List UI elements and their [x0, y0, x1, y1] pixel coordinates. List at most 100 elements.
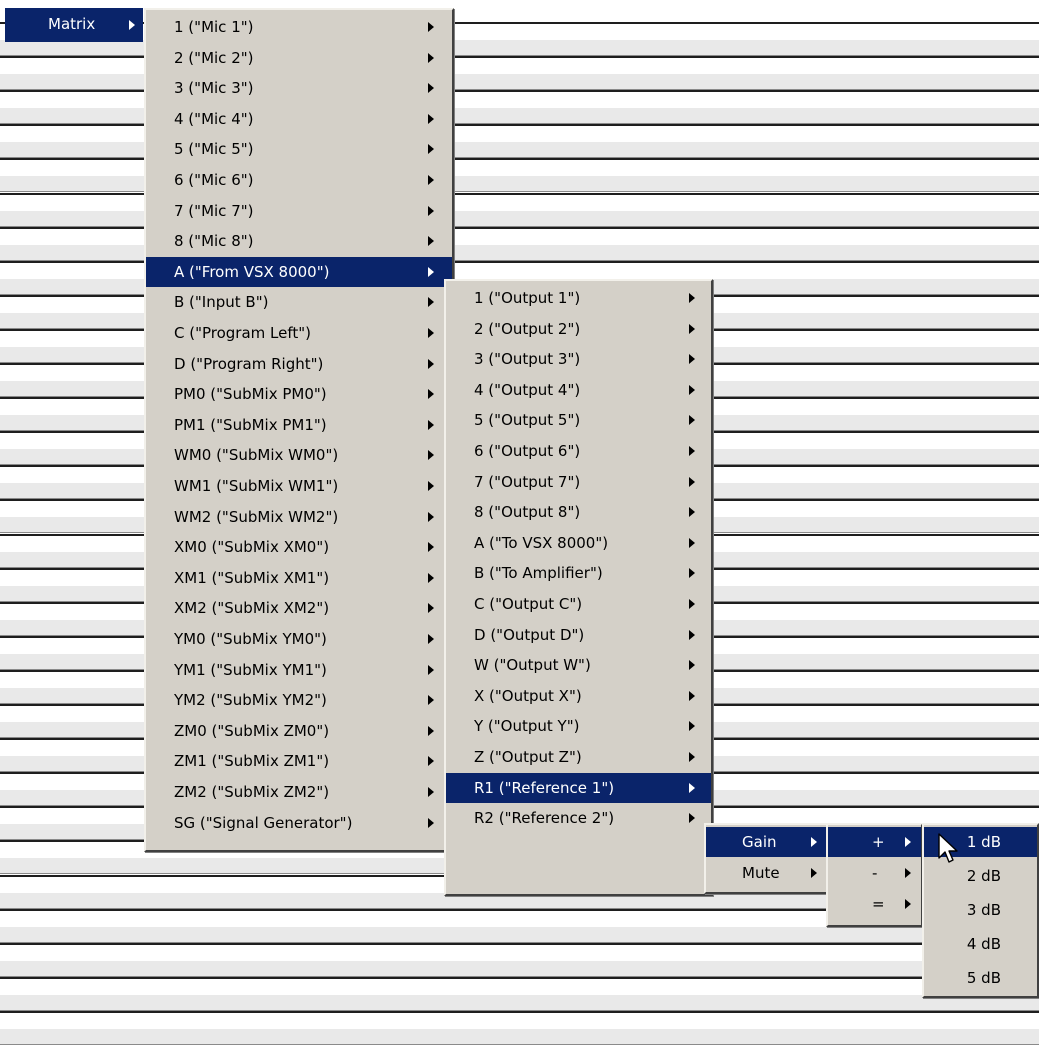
- menu-item[interactable]: A ("From VSX 8000"): [146, 256, 452, 287]
- menu-item-label: 2 dB: [966, 867, 1001, 885]
- menu-item[interactable]: 3 dB: [924, 895, 1037, 925]
- submenu-arrow-icon: [428, 175, 434, 185]
- menu-item[interactable]: 6 ("Output 6"): [446, 436, 711, 466]
- menu-item-label: B ("Input B"): [174, 293, 269, 312]
- menu-item[interactable]: 5 ("Output 5"): [446, 405, 711, 435]
- menu-item[interactable]: 4 ("Mic 4"): [146, 104, 452, 134]
- menu-item-label: +: [872, 833, 885, 851]
- menu-item[interactable]: X ("Output X"): [446, 681, 711, 711]
- menu-item-label: 7 ("Output 7"): [474, 472, 581, 491]
- menu-item-label: =: [872, 895, 885, 913]
- menu-item-label: Gain: [742, 833, 777, 851]
- menu-item[interactable]: XM2 ("SubMix XM2"): [146, 593, 452, 623]
- background-row: [0, 1010, 1039, 1045]
- submenu-arrow-icon: [689, 476, 695, 487]
- submenu-arrow-icon: [689, 507, 695, 518]
- menu-item[interactable]: 7 ("Output 7"): [446, 467, 711, 497]
- menu-item[interactable]: B ("To Amplifier"): [446, 558, 711, 588]
- menu-item[interactable]: +: [828, 827, 921, 857]
- menu-item[interactable]: 8 ("Mic 8"): [146, 226, 452, 256]
- menu-item[interactable]: C ("Output C"): [446, 589, 711, 619]
- submenu-arrow-icon: [428, 725, 434, 736]
- menu-item[interactable]: 8 ("Output 8"): [446, 497, 711, 527]
- menu-item-label: 3 dB: [966, 901, 1001, 919]
- menu-item-label: 3 ("Output 3"): [474, 350, 581, 369]
- submenu-arrow-icon: [428, 542, 434, 553]
- menu-item-label: 3 ("Mic 3"): [174, 79, 254, 98]
- submenu-arrow-icon: [689, 813, 695, 824]
- menu-item[interactable]: R1 ("Reference 1"): [446, 772, 711, 803]
- menu-item-label: WM2 ("SubMix WM2"): [174, 507, 339, 526]
- submenu-arrow-icon: [428, 328, 434, 338]
- menu-item[interactable]: ZM1 ("SubMix ZM1"): [146, 746, 452, 776]
- menu-item[interactable]: W ("Output W"): [446, 650, 711, 680]
- menu-item-label: 2 ("Mic 2"): [174, 48, 254, 67]
- menu-item[interactable]: WM0 ("SubMix WM0"): [146, 440, 452, 470]
- submenu-arrow-icon: [428, 205, 434, 216]
- menu-item[interactable]: -: [828, 858, 921, 888]
- submenu-arrow-icon: [905, 868, 911, 878]
- menu-item-label: XM0 ("SubMix XM0"): [174, 538, 330, 557]
- submenu-arrow-icon: [428, 817, 434, 828]
- menu-item[interactable]: 3 ("Output 3"): [446, 344, 711, 374]
- submenu-arrow-icon: [905, 899, 911, 909]
- menu-item-label: YM0 ("SubMix YM0"): [174, 630, 327, 648]
- menu-item-label: R2 ("Reference 2"): [474, 809, 615, 828]
- submenu-arrow-icon: [428, 236, 434, 247]
- menu-item[interactable]: ZM2 ("SubMix ZM2"): [146, 777, 452, 807]
- menu-item[interactable]: XM1 ("SubMix XM1"): [146, 563, 452, 593]
- menu-item-label: PM1 ("SubMix PM1"): [174, 415, 327, 434]
- menu-item[interactable]: B ("Input B"): [146, 287, 452, 317]
- menu-item[interactable]: PM0 ("SubMix PM0"): [146, 379, 452, 409]
- menu-item[interactable]: 2 ("Mic 2"): [146, 43, 452, 73]
- submenu-arrow-icon: [428, 664, 434, 675]
- menu-item[interactable]: D ("Program Right"): [146, 349, 452, 379]
- menu-item-label: 7 ("Mic 7"): [174, 201, 254, 220]
- submenu-arrow-icon: [428, 450, 434, 461]
- menu-item[interactable]: Gain: [706, 827, 826, 857]
- menu-item[interactable]: PM1 ("SubMix PM1"): [146, 410, 452, 440]
- menu-item[interactable]: 1 ("Output 1"): [446, 283, 711, 313]
- menu-item[interactable]: 3 ("Mic 3"): [146, 73, 452, 103]
- submenu-arrow-icon: [428, 144, 434, 155]
- submenu-arrow-icon: [689, 721, 695, 732]
- menu-item[interactable]: SG ("Signal Generator"): [146, 808, 452, 838]
- menu-item[interactable]: R2 ("Reference 2"): [446, 803, 711, 833]
- menu-item[interactable]: =: [828, 889, 921, 919]
- submenu-arrow-icon: [428, 389, 434, 400]
- menu-item[interactable]: YM2 ("SubMix YM2"): [146, 685, 452, 715]
- menu-item[interactable]: 6 ("Mic 6"): [146, 165, 452, 195]
- menu-item[interactable]: 2 ("Output 2"): [446, 314, 711, 344]
- menu-item-label: ZM2 ("SubMix ZM2"): [174, 783, 330, 801]
- menu-item-label: D ("Program Right"): [174, 354, 324, 373]
- menu-item[interactable]: WM2 ("SubMix WM2"): [146, 502, 452, 532]
- menu-item[interactable]: Mute: [706, 858, 826, 888]
- submenu-arrow-icon: [689, 599, 695, 609]
- menu-item[interactable]: XM0 ("SubMix XM0"): [146, 532, 452, 562]
- menu-item[interactable]: 5 dB: [924, 963, 1037, 993]
- menu-item[interactable]: C ("Program Left"): [146, 318, 452, 348]
- submenu-arrow-icon: [428, 83, 434, 94]
- menu-item-label: 2 ("Output 2"): [474, 319, 581, 338]
- menu-item[interactable]: Z ("Output Z"): [446, 742, 711, 772]
- submenu-arrow-icon: [689, 415, 695, 426]
- submenu-arrow-icon: [428, 297, 434, 308]
- menu-item[interactable]: 5 ("Mic 5"): [146, 134, 452, 164]
- menu-item[interactable]: Y ("Output Y"): [446, 711, 711, 741]
- menu-item[interactable]: YM1 ("SubMix YM1"): [146, 655, 452, 685]
- menu-item[interactable]: ZM0 ("SubMix ZM0"): [146, 716, 452, 746]
- submenu-outputs: 1 ("Output 1") 2 ("Output 2") 3 ("Output 3…: [444, 279, 713, 896]
- menu-item[interactable]: 1 ("Mic 1"): [146, 12, 452, 42]
- menu-item-matrix[interactable]: Matrix: [5, 8, 143, 42]
- submenu-arrow-icon: [689, 446, 695, 456]
- menu-item[interactable]: YM0 ("SubMix YM0"): [146, 624, 452, 654]
- menu-item[interactable]: D ("Output D"): [446, 620, 711, 650]
- submenu-arrow-icon: [428, 266, 434, 277]
- menu-item[interactable]: 4 ("Output 4"): [446, 375, 711, 405]
- menu-item[interactable]: 7 ("Mic 7"): [146, 196, 452, 226]
- menu-item[interactable]: WM1 ("SubMix WM1"): [146, 471, 452, 501]
- menu-item-label: 5 ("Output 5"): [474, 411, 581, 430]
- submenu-arrow-icon: [689, 323, 695, 334]
- menu-item[interactable]: A ("To VSX 8000"): [446, 528, 711, 558]
- menu-item[interactable]: 4 dB: [924, 929, 1037, 959]
